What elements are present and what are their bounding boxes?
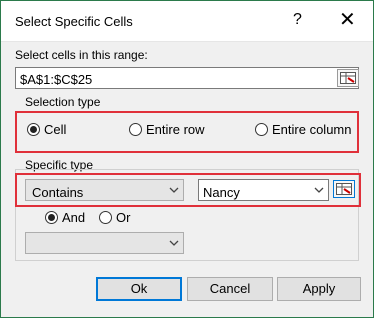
second-operator-select[interactable]: [25, 232, 184, 254]
title-bar[interactable]: Select Specific Cells ? ✕: [1, 1, 373, 42]
select-specific-cells-dialog: Select Specific Cells ? ✕ Select cells i…: [0, 0, 374, 318]
radio-or[interactable]: [99, 211, 112, 224]
value-picker-button[interactable]: [333, 180, 355, 198]
range-picker-icon: [340, 72, 356, 84]
operator-select[interactable]: Contains: [25, 179, 184, 201]
range-picker-icon: [336, 183, 352, 195]
radio-and-label: And: [62, 210, 86, 225]
help-icon[interactable]: ?: [293, 11, 302, 29]
range-picker-button[interactable]: [337, 69, 359, 87]
radio-entire-row[interactable]: [129, 123, 142, 136]
ok-button[interactable]: Ok: [96, 277, 182, 301]
radio-cell-label: Cell: [44, 122, 67, 137]
radio-or-label: Or: [116, 210, 131, 225]
value-text: Nancy: [203, 185, 240, 200]
chevron-down-icon: [169, 187, 179, 193]
close-icon[interactable]: ✕: [339, 7, 356, 32]
radio-entire-column-label: Entire column: [272, 122, 352, 137]
radio-cell[interactable]: [27, 123, 40, 136]
selection-type-label: Selection type: [25, 95, 101, 109]
radio-and[interactable]: [45, 211, 58, 224]
dialog-title: Select Specific Cells: [15, 14, 133, 29]
chevron-down-icon: [314, 187, 324, 193]
operator-value: Contains: [32, 185, 84, 200]
range-value: $A$1:$C$25: [20, 72, 93, 87]
cancel-button[interactable]: Cancel: [187, 277, 273, 301]
radio-entire-row-label: Entire row: [146, 122, 205, 137]
range-input[interactable]: $A$1:$C$25: [15, 67, 359, 89]
range-label: Select cells in this range:: [15, 48, 148, 62]
value-combobox[interactable]: Nancy: [198, 179, 329, 201]
apply-button[interactable]: Apply: [277, 277, 361, 301]
radio-entire-column[interactable]: [255, 123, 268, 136]
chevron-down-icon: [169, 240, 179, 246]
